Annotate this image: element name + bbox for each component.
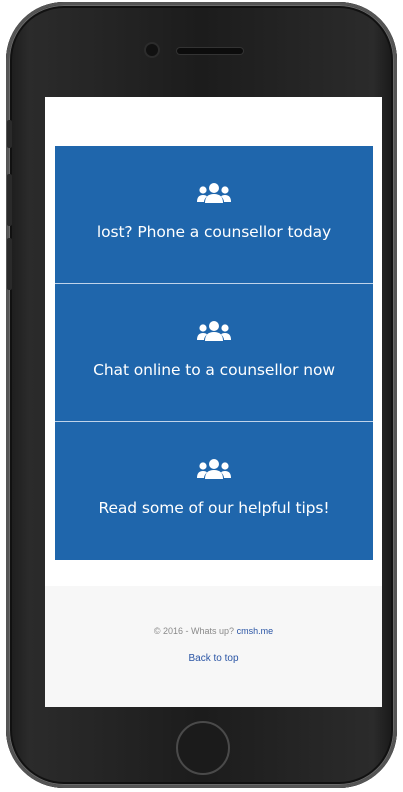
page-footer: © 2016 - Whats up? cmsh.me Back to top: [45, 586, 382, 707]
phone-counsellor-tile[interactable]: lost? Phone a counsellor today: [55, 146, 373, 284]
users-icon: [197, 183, 231, 203]
users-icon: [197, 321, 231, 341]
action-tiles: lost? Phone a counsellor today Chat onli…: [55, 146, 373, 560]
tile-label: Read some of our helpful tips!: [98, 499, 330, 517]
tile-label: Chat online to a counsellor now: [93, 361, 335, 379]
copyright-prefix: © 2016 - Whats up?: [153, 626, 235, 636]
phone-frame: lost? Phone a counsellor today Chat onli…: [6, 2, 397, 788]
copyright-text: © 2016 - Whats up? cmsh.me: [45, 626, 382, 636]
front-camera: [146, 44, 158, 56]
earpiece-speaker: [177, 48, 243, 54]
back-to-top-link[interactable]: Back to top: [45, 653, 382, 664]
users-icon: [197, 459, 231, 479]
volume-down-button: [7, 238, 12, 290]
helpful-tips-tile[interactable]: Read some of our helpful tips!: [55, 422, 373, 560]
tile-label: lost? Phone a counsellor today: [96, 223, 332, 241]
home-button[interactable]: [176, 721, 230, 775]
mute-switch: [7, 120, 12, 148]
site-link[interactable]: cmsh.me: [237, 626, 274, 636]
screen: lost? Phone a counsellor today Chat onli…: [45, 97, 382, 707]
chat-counsellor-tile[interactable]: Chat online to a counsellor now: [55, 284, 373, 422]
volume-up-button: [7, 174, 12, 226]
